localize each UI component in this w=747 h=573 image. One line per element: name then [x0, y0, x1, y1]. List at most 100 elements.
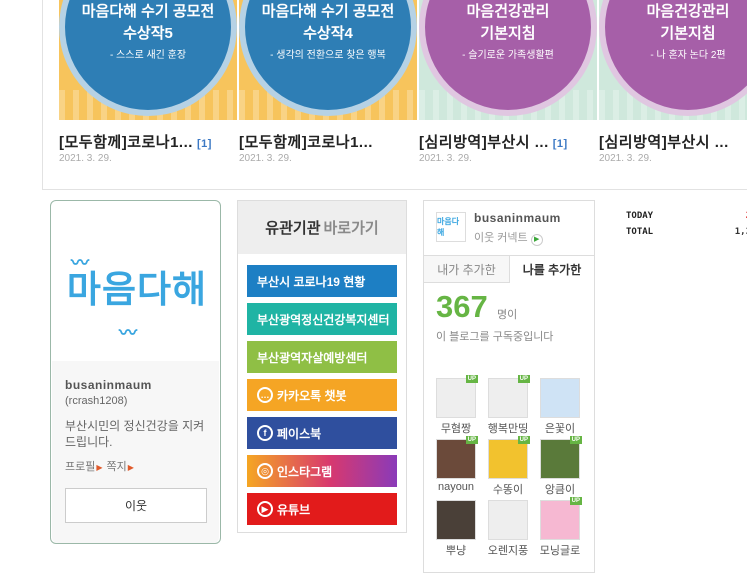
thumbnail-subheading: 기본지침: [480, 25, 536, 42]
post-title[interactable]: [심리방역]부산시 ... [1]: [419, 131, 597, 152]
neighbor-item[interactable]: UP 앙큼이: [537, 436, 583, 497]
up-badge: UP: [517, 375, 530, 383]
thumbnail-caption: - 나 혼자 논다 2편: [650, 50, 726, 61]
thumbnail-heading: 마음건강관리: [646, 3, 730, 20]
related-link-button[interactable]: 부산광역자살예방센터: [247, 341, 397, 373]
neighbor-item[interactable]: UP 무혐짱: [433, 375, 479, 436]
post-card[interactable]: 마음건강관리 기본지침 - 나 혼자 논다 2편 [심리방역]부산시 ... 2…: [583, 0, 747, 185]
post-thumbnail[interactable]: 마음다해 수기 공모전 수상작5 - 스스로 새긴 훈장: [59, 0, 237, 120]
comment-count[interactable]: [1]: [553, 138, 568, 150]
neighbor-name[interactable]: 은꽃이: [537, 420, 583, 436]
avatar[interactable]: [436, 500, 476, 540]
arrow-right-icon: ▶: [127, 463, 134, 472]
neighbor-name[interactable]: 뿌냥: [433, 542, 479, 558]
neighbor-name[interactable]: nayoun: [433, 481, 479, 493]
post-thumbnail[interactable]: 마음다해 수기 공모전 수상작4 - 생각의 전환으로 찾은 행복: [239, 0, 417, 120]
neighbor-name[interactable]: 무혐짱: [433, 420, 479, 436]
neighbor-item[interactable]: UP 모닝글로: [537, 497, 583, 558]
related-link-button[interactable]: f 페이스북: [247, 417, 397, 449]
avatar[interactable]: UP: [488, 375, 530, 418]
comment-count[interactable]: [1]: [197, 138, 212, 150]
related-link-button[interactable]: ▶ 유튜브: [247, 493, 397, 525]
neighbor-tabs: 내가 추가한 나를 추가한: [424, 255, 594, 283]
post-title-text[interactable]: [심리방역]부산시 ...: [419, 134, 549, 151]
subscriber-caption: 이 블로그를 구독중입니다: [436, 331, 554, 343]
neighbor-item[interactable]: 뿌냥: [433, 500, 479, 558]
blog-owner-name: busaninmaum: [65, 378, 152, 392]
logo-text: 마음다해: [66, 269, 208, 310]
profile-link[interactable]: 프로필: [65, 461, 95, 473]
visitor-stats: TODAY 2 TOTAL 1,3: [626, 211, 747, 243]
thumbnail-heading: 마음다해 수기 공모전: [261, 3, 395, 20]
neighbor-item[interactable]: UP nayoun: [433, 436, 479, 493]
tab-added-me[interactable]: 나를 추가한: [509, 256, 594, 283]
neighbor-connect[interactable]: 이웃 커넥트 ▶: [474, 229, 543, 246]
blog-logo[interactable]: 〰 마음다해 〰: [63, 211, 211, 361]
neighbor-name[interactable]: 모닝글로: [537, 542, 583, 558]
post-card[interactable]: 마음건강관리 기본지침 - 슬기로운 가족생활편 [심리방역]부산시 ... [1…: [403, 0, 597, 185]
avatar[interactable]: UP: [436, 436, 478, 479]
avatar[interactable]: UP: [436, 375, 478, 418]
avatar[interactable]: [488, 500, 528, 540]
post-title[interactable]: [모두함께]코로나1...: [239, 131, 417, 152]
up-badge: UP: [569, 436, 582, 444]
avatar[interactable]: UP: [540, 436, 582, 479]
post-card[interactable]: 마음다해 수기 공모전 수상작4 - 생각의 전환으로 찾은 행복 [모두함께]…: [223, 0, 417, 185]
related-link-label: 페이스북: [277, 426, 322, 441]
thumbnail-subheading: 기본지침: [660, 25, 716, 42]
avatar[interactable]: UP: [540, 497, 582, 540]
related-link-button[interactable]: 부산광역정신건강복지센터: [247, 303, 397, 335]
post-title[interactable]: [심리방역]부산시 ...: [599, 131, 747, 152]
neighbor-name[interactable]: 수똥이: [485, 481, 531, 497]
post-title-text[interactable]: [심리방역]부산시 ...: [599, 134, 729, 151]
thumbnail-caption: - 슬기로운 가족생활편: [462, 50, 554, 61]
note-link[interactable]: 쪽지: [107, 461, 127, 473]
post-strip: 마음다해 수기 공모전 수상작5 - 스스로 새긴 훈장 [모두함께]코로나1.…: [42, 0, 747, 190]
total-row: TOTAL 1,3: [626, 227, 747, 243]
link-icon: f: [257, 425, 273, 441]
logo-wave-icon: 〰: [119, 323, 137, 343]
related-link-label: 부산광역자살예방센터: [257, 350, 368, 365]
total-label: TOTAL: [626, 227, 654, 237]
link-icon: ▶: [257, 501, 273, 517]
neighbor-item[interactable]: UP 수똥이: [485, 436, 531, 497]
post-thumbnail[interactable]: 마음건강관리 기본지침 - 슬기로운 가족생활편: [419, 0, 597, 120]
neighbor-name[interactable]: 앙큼이: [537, 481, 583, 497]
tab-added-by-me[interactable]: 내가 추가한: [424, 256, 509, 283]
neighbor-item[interactable]: UP 행복만띵: [485, 375, 531, 436]
related-link-button[interactable]: 부산시 코로나19 현황: [247, 265, 397, 297]
arrow-right-icon: ▶: [96, 463, 103, 472]
link-icon: ◎: [257, 463, 273, 479]
up-badge: UP: [465, 375, 478, 383]
neighbor-name[interactable]: 오렌지풍: [485, 542, 531, 558]
blog-logo-small[interactable]: 마음다해: [436, 212, 466, 242]
neighbor-connect-label[interactable]: 이웃 커넥트: [474, 232, 528, 244]
post-title-text[interactable]: [모두함께]코로나1...: [59, 134, 193, 151]
related-links-widget: 유관기관 바로가기 부산시 코로나19 현황 부산광역정신건강복지센터 부산광역자살예…: [237, 200, 407, 533]
link-icon: …: [257, 387, 273, 403]
related-link-label: 유튜브: [277, 502, 311, 517]
post-card[interactable]: 마음다해 수기 공모전 수상작5 - 스스로 새긴 훈장 [모두함께]코로나1.…: [43, 0, 237, 185]
neighbor-name[interactable]: 행복만띵: [485, 420, 531, 436]
avatar[interactable]: [540, 378, 580, 418]
related-link-label: 인스타그램: [277, 464, 333, 479]
thumbnail-heading: 마음건강관리: [466, 3, 550, 20]
related-link-button[interactable]: ◎ 인스타그램: [247, 455, 397, 487]
neighbor-item[interactable]: 오렌지풍: [485, 500, 531, 558]
up-badge: UP: [569, 497, 582, 505]
post-thumbnail[interactable]: 마음건강관리 기본지침 - 나 혼자 논다 2편: [599, 0, 747, 120]
profile-links: 프로필▶ 쪽지▶: [65, 458, 138, 474]
up-badge: UP: [465, 436, 478, 444]
related-link-button[interactable]: … 카카오톡 챗봇: [247, 379, 397, 411]
neighbor-item[interactable]: 은꽃이: [537, 378, 583, 436]
post-title[interactable]: [모두함께]코로나1... [1]: [59, 131, 237, 152]
related-link-label: 카카오톡 챗봇: [277, 388, 347, 403]
today-label: TODAY: [626, 211, 654, 221]
add-neighbor-button[interactable]: 이웃: [65, 488, 207, 523]
blog-owner-id: (rcrash1208): [65, 395, 128, 407]
blog-name[interactable]: busaninmaum: [474, 211, 561, 225]
post-title-text[interactable]: [모두함께]코로나1...: [239, 134, 373, 151]
related-link-label: 부산시 코로나19 현황: [257, 274, 366, 289]
post-date: 2021. 3. 29.: [59, 153, 112, 164]
avatar[interactable]: UP: [488, 436, 530, 479]
